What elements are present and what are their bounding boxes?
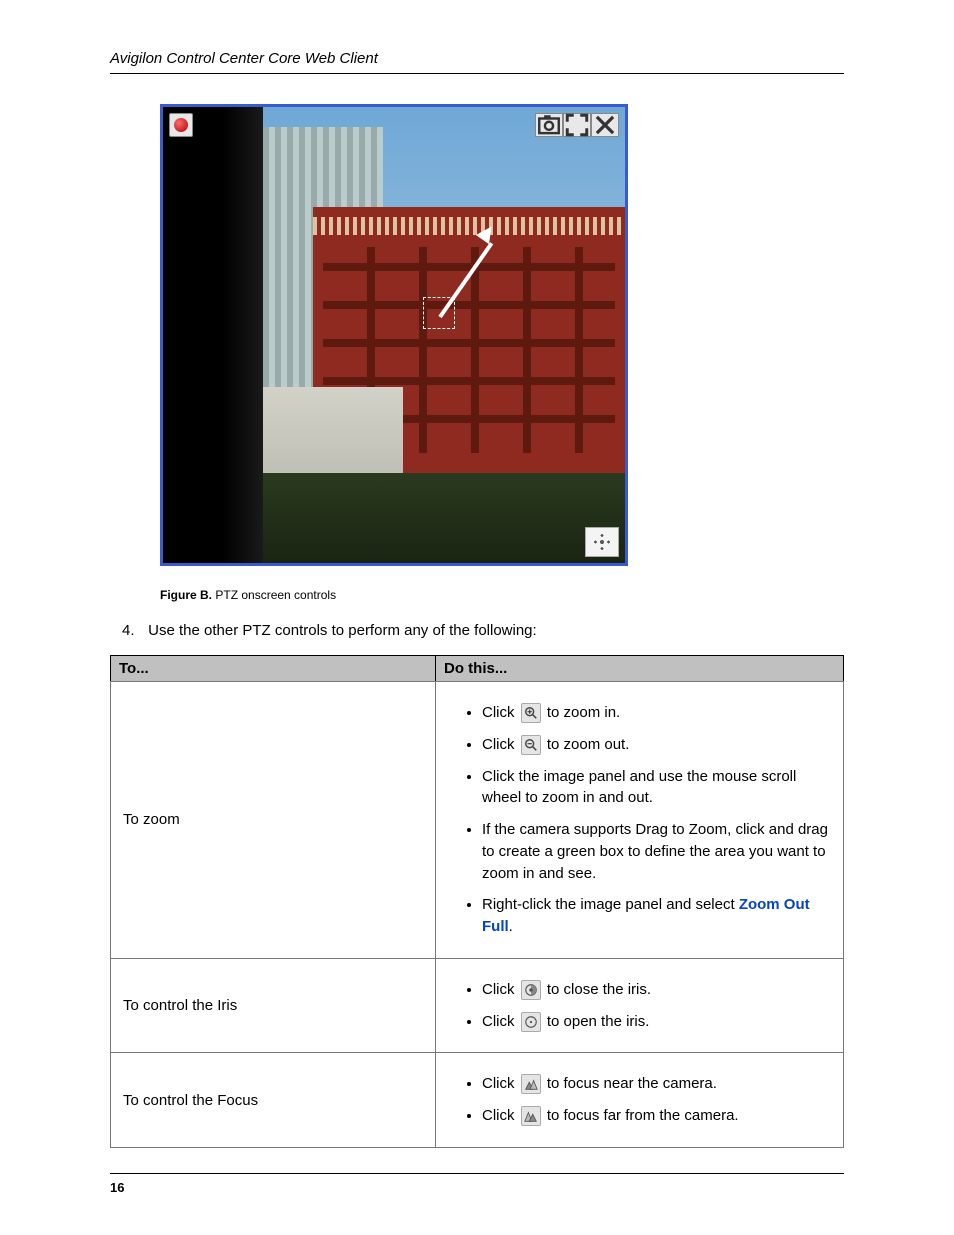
action-list: Click to zoom in. Click to zoom out. Click… [448,702,831,938]
snapshot-button[interactable] [535,113,563,137]
list-item: Click to open the iris. [482,1011,831,1033]
list-item: Click to zoom in. [482,702,831,724]
ptz-toggle-button[interactable] [585,527,619,557]
scene-dark-edge [163,107,263,563]
table-cell-to: To zoom [111,682,436,959]
list-item: Right-click the image panel and select Z… [482,894,831,938]
step-text: Use the other PTZ controls to perform an… [148,622,537,639]
list-item: Click to focus far from the camera. [482,1105,831,1127]
ptz-controls-table: To... Do this... To zoomClick to zoom in… [110,655,844,1148]
step-number: 4. [122,622,144,639]
fullscreen-button[interactable] [563,113,591,137]
video-panel[interactable] [160,104,628,566]
fullscreen-icon [564,112,590,138]
table-cell-to: To control the Iris [111,958,436,1053]
page-number: 16 [110,1180,124,1195]
page-header: Avigilon Control Center Core Web Client [110,50,844,74]
table-header-do: Do this... [436,656,844,682]
list-item: Click to close the iris. [482,979,831,1001]
list-item: Click the image panel and use the mouse … [482,766,831,810]
table-row: To control the IrisClick to close the ir… [111,958,844,1053]
record-button[interactable] [169,113,193,137]
iris-open-icon[interactable] [521,1012,541,1032]
action-list: Click to focus near the camera. Click to … [448,1073,831,1127]
focus-far-icon[interactable] [521,1106,541,1126]
zoom-out-icon[interactable] [521,735,541,755]
table-cell-to: To control the Focus [111,1053,436,1148]
ptz-icon [593,533,611,551]
snapshot-icon [536,112,562,138]
focus-near-icon[interactable] [521,1074,541,1094]
action-list: Click to close the iris. Click to open th… [448,979,831,1033]
table-header-to: To... [111,656,436,682]
figure-label: Figure B. [160,588,212,602]
panel-top-right-buttons [535,113,619,137]
figure-caption-text: PTZ onscreen controls [215,588,336,602]
zoom-in-icon[interactable] [521,703,541,723]
list-item: If the camera supports Drag to Zoom, cli… [482,819,831,884]
figure-caption: Figure B. PTZ onscreen controls [160,588,844,602]
table-cell-do: Click to focus near the camera. Click to … [436,1053,844,1148]
table-row: To control the FocusClick to focus near … [111,1053,844,1148]
list-item: Click to zoom out. [482,734,831,756]
list-item: Click to focus near the camera. [482,1073,831,1095]
figure-wrapper: Figure B. PTZ onscreen controls [160,104,844,602]
scene-foliage [243,473,625,563]
close-button[interactable] [591,113,619,137]
close-icon [592,112,618,138]
iris-close-icon[interactable] [521,980,541,1000]
instruction-step: 4. Use the other PTZ controls to perform… [110,622,844,639]
table-cell-do: Click to close the iris. Click to open th… [436,958,844,1053]
page-footer: 16 [110,1173,844,1195]
table-cell-do: Click to zoom in. Click to zoom out. Click… [436,682,844,959]
table-row: To zoom Click to zoom in. Click to zoom ou… [111,682,844,959]
record-icon [174,118,188,132]
menu-command-link[interactable]: Zoom Out Full [482,896,810,935]
